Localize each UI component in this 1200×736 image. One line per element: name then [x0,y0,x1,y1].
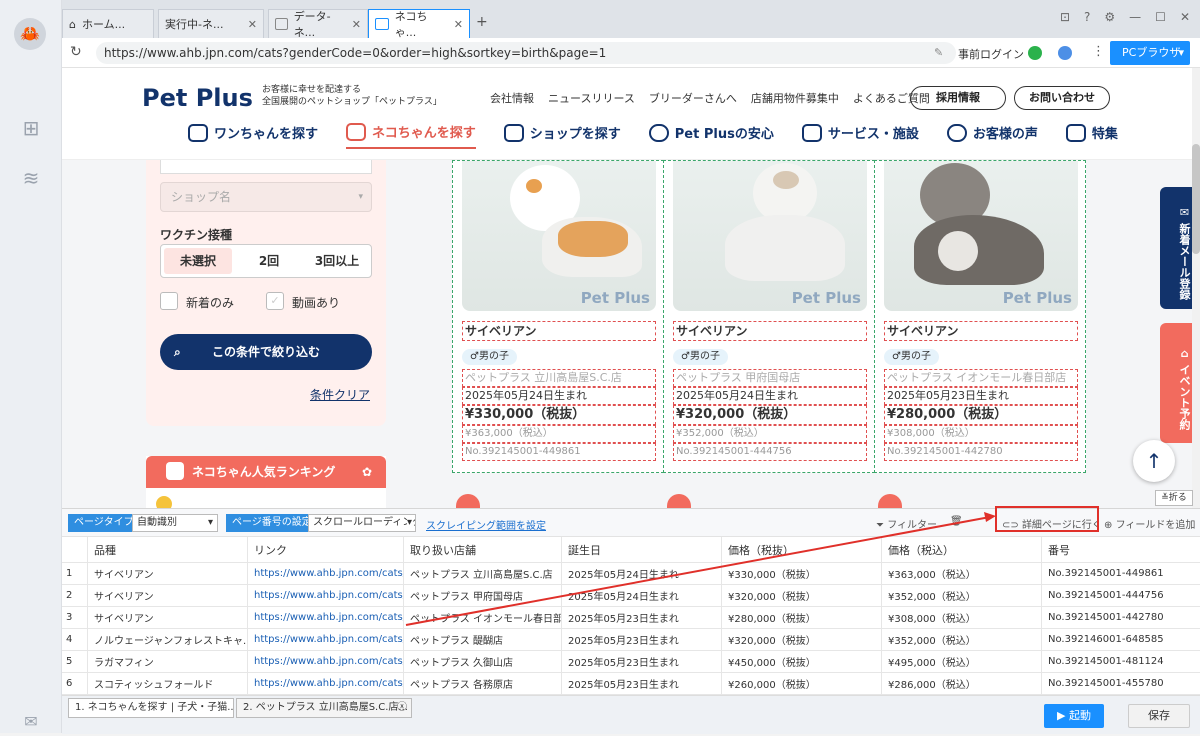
arrow-head [984,512,996,522]
arrow-line [405,516,991,626]
annotation-arrow [405,512,996,626]
